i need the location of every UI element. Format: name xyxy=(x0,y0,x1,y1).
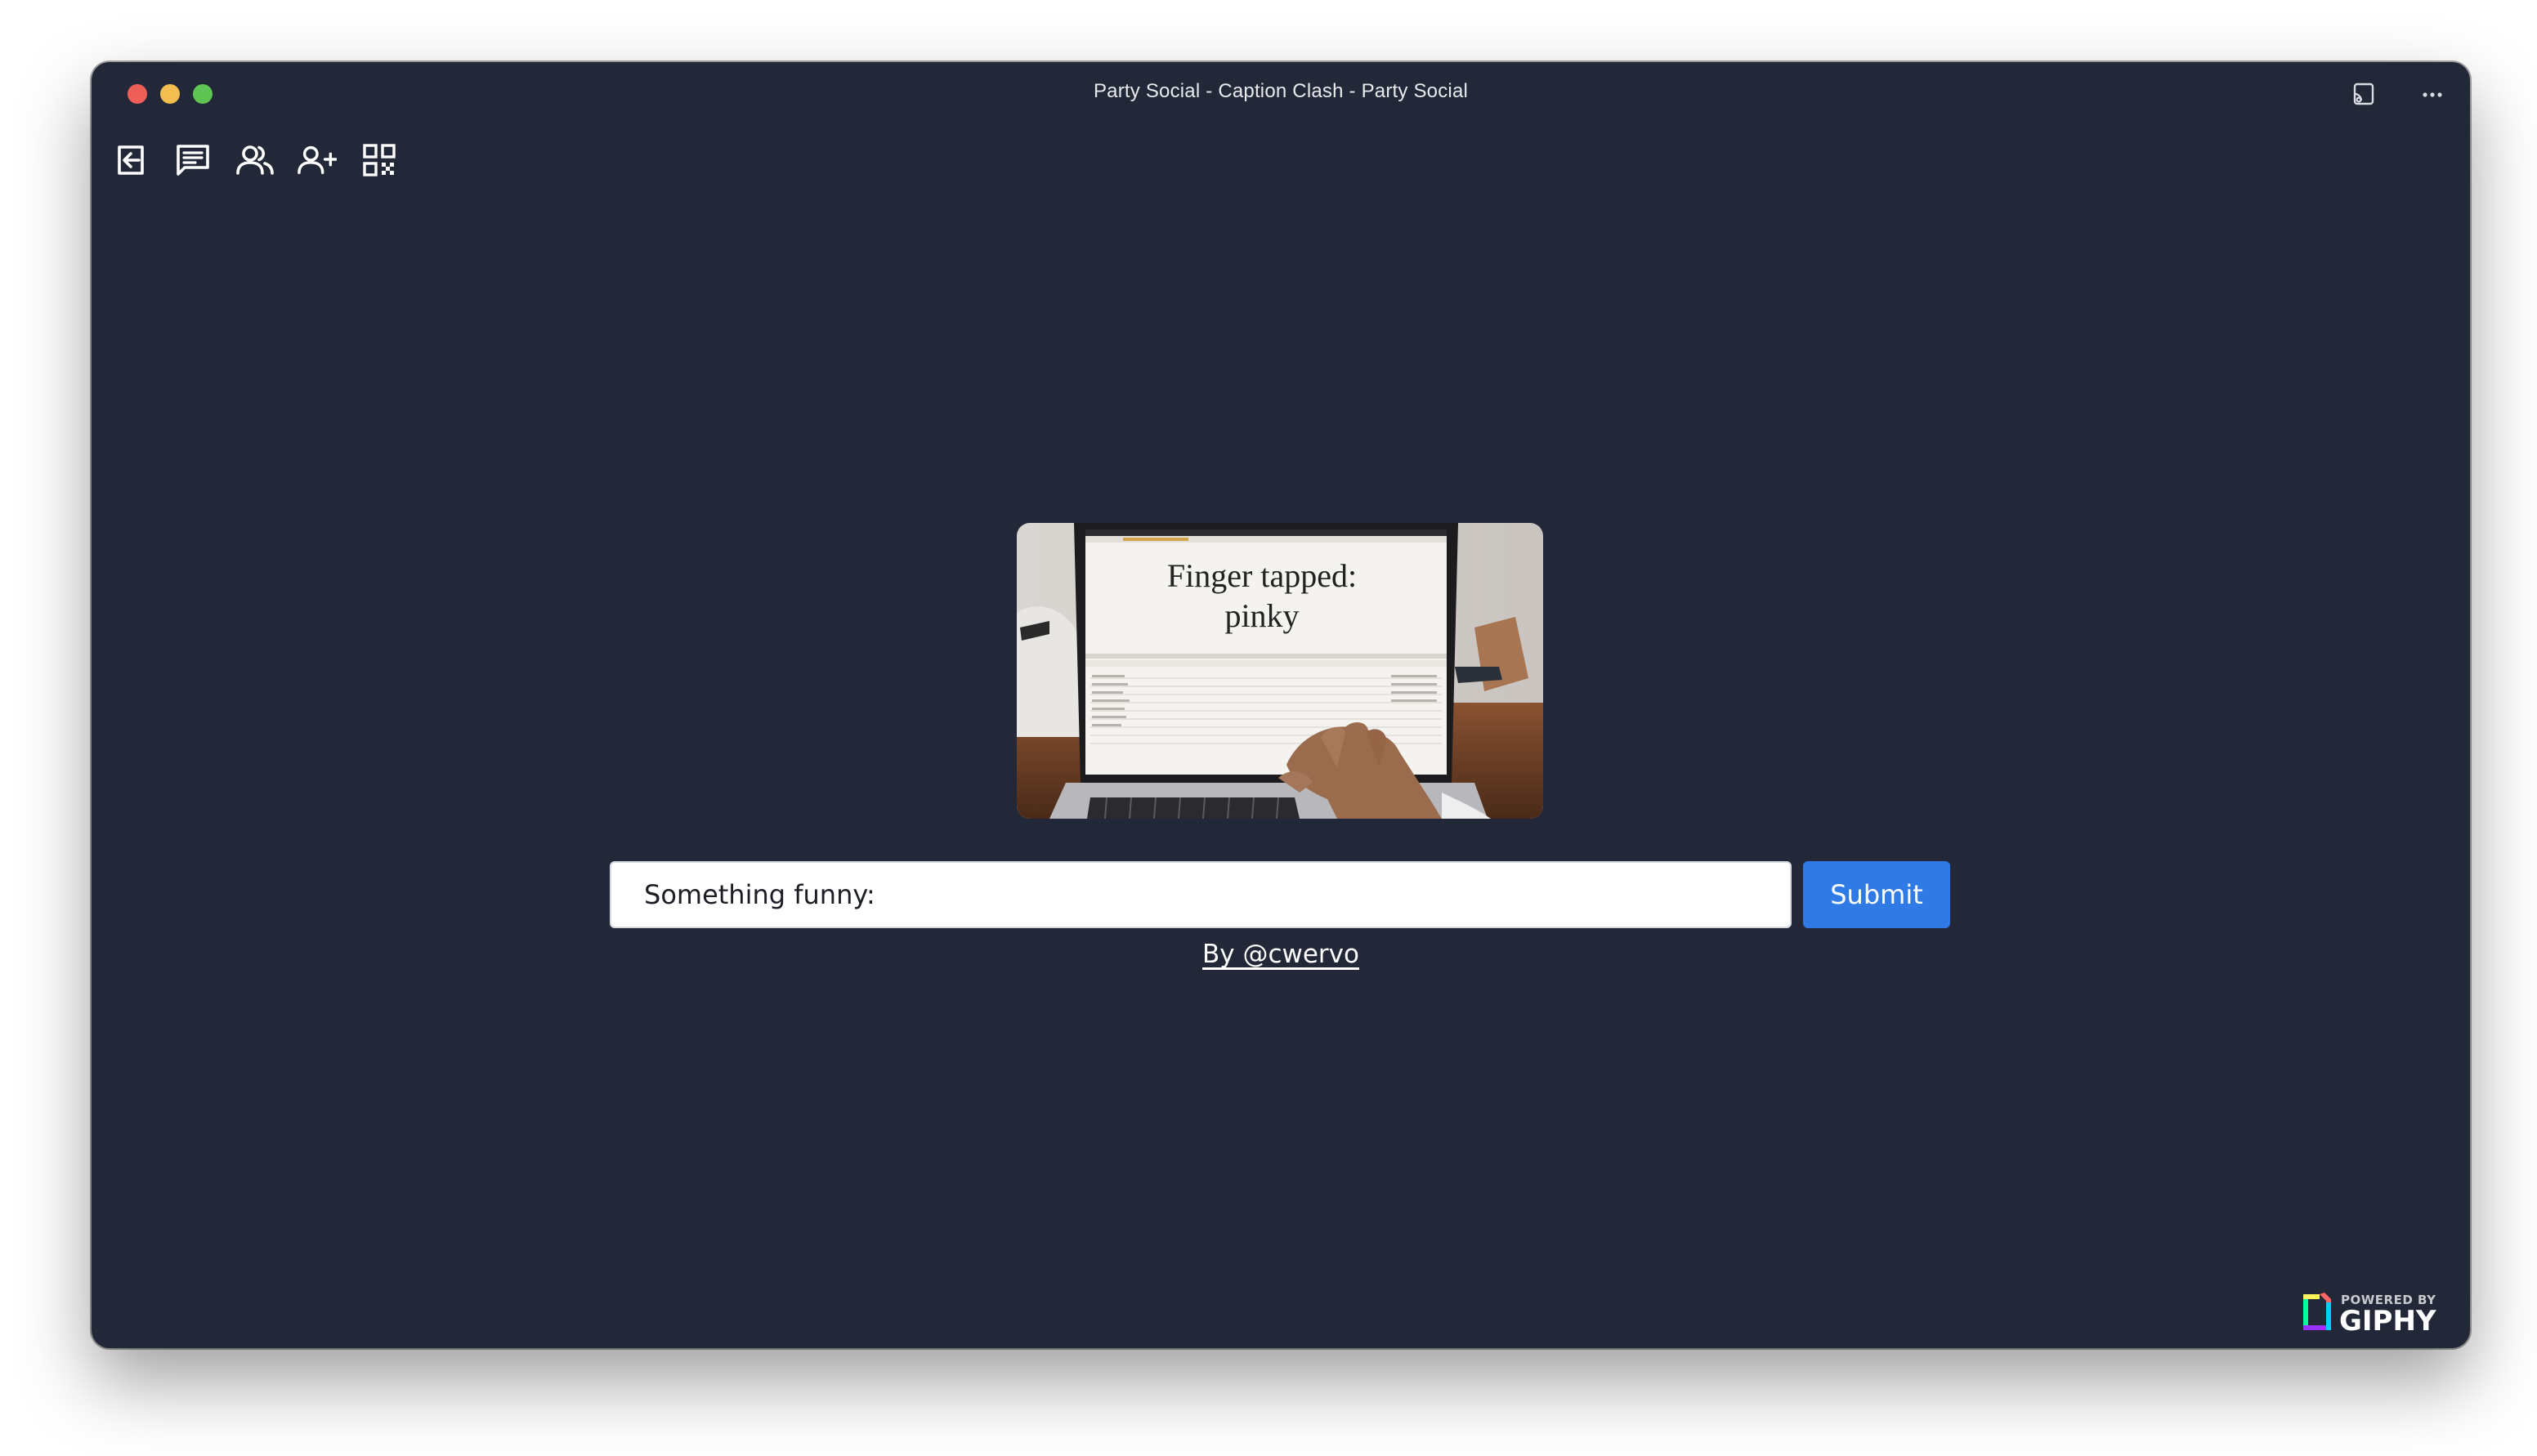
players-icon xyxy=(236,145,274,175)
author-link[interactable]: By @cwervo xyxy=(1202,940,1359,969)
qr-code-icon xyxy=(363,144,396,176)
leave-icon xyxy=(118,145,144,175)
title-bar: Party Social - Caption Clash - Party Soc… xyxy=(92,62,2470,124)
gif-text-line1: Finger tapped: xyxy=(1167,557,1357,594)
caption-gif: Finger tapped: pinky xyxy=(1017,523,1543,819)
gif-text-line2: pinky xyxy=(1224,597,1299,634)
invite-icon xyxy=(298,145,337,175)
more-icon xyxy=(2423,92,2442,97)
players-button[interactable] xyxy=(235,141,275,180)
giphy-wordmark: GIPHY xyxy=(2339,1305,2436,1333)
cast-button[interactable] xyxy=(2347,78,2380,111)
app-window: Party Social - Caption Clash - Party Soc… xyxy=(92,62,2470,1348)
chat-icon xyxy=(177,145,209,176)
chat-button[interactable] xyxy=(173,141,213,180)
invite-button[interactable] xyxy=(298,141,337,180)
qr-code-button[interactable] xyxy=(360,141,399,180)
submit-button[interactable]: Submit xyxy=(1803,861,1950,928)
caption-input[interactable] xyxy=(610,861,1792,928)
leave-button[interactable] xyxy=(111,141,150,180)
cast-icon xyxy=(2353,83,2374,105)
more-button[interactable] xyxy=(2416,78,2449,111)
game-toolbar xyxy=(111,141,399,180)
byline: By @cwervo xyxy=(92,940,2470,969)
giphy-logo-icon xyxy=(2303,1293,2331,1330)
giphy-attribution: POWERED BY GIPHY xyxy=(2300,1289,2452,1338)
window-title: Party Social - Caption Clash - Party Soc… xyxy=(1093,80,1469,102)
